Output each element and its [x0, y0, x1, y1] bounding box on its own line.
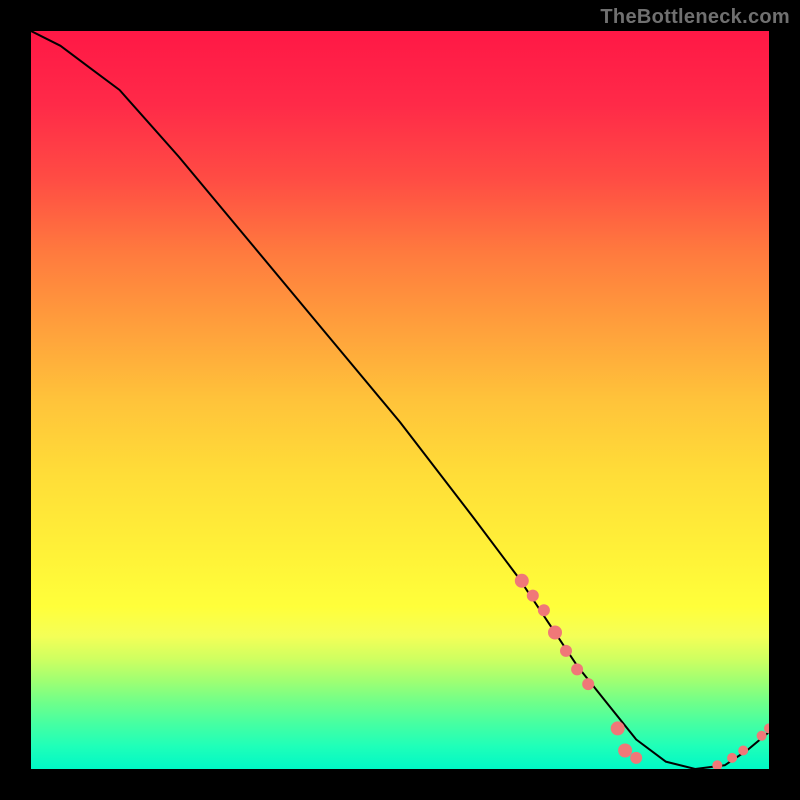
data-point: [560, 645, 572, 657]
data-point: [582, 678, 594, 690]
data-point: [515, 574, 529, 588]
data-point: [571, 663, 583, 675]
plot-area: [31, 31, 769, 769]
chart-container: TheBottleneck.com: [0, 0, 800, 800]
data-point: [757, 731, 767, 741]
data-point: [611, 721, 625, 735]
bottleneck-curve: [31, 31, 769, 769]
data-point: [764, 723, 769, 733]
data-point: [712, 760, 722, 769]
data-points: [515, 574, 769, 769]
data-point: [630, 752, 642, 764]
data-point: [738, 746, 748, 756]
data-point: [538, 604, 550, 616]
data-point: [548, 626, 562, 640]
data-point: [527, 590, 539, 602]
data-point: [618, 744, 632, 758]
watermark-text: TheBottleneck.com: [600, 6, 790, 29]
data-point: [727, 753, 737, 763]
chart-svg: [31, 31, 769, 769]
